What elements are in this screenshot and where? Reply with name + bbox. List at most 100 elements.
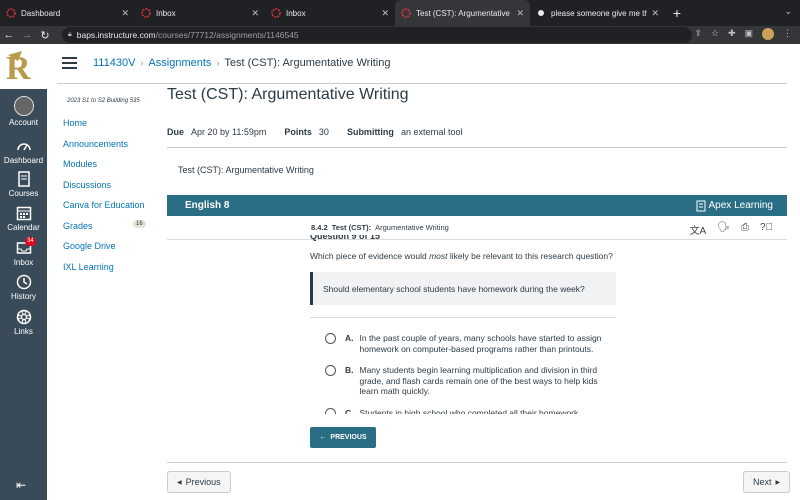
browser-tab[interactable]: please someone give me the a ✕	[530, 0, 665, 26]
course-nav-grades-label: Grades	[63, 220, 93, 231]
canvas-favicon-icon	[401, 8, 411, 18]
lesson-number: 8.4.2	[311, 223, 328, 232]
courses-icon	[16, 171, 32, 187]
close-icon[interactable]: ✕	[381, 8, 389, 19]
browser-tab-active[interactable]: Test (CST): Argumentative Writ ✕	[395, 0, 530, 26]
lesson-name: Argumentative Writing	[375, 223, 449, 232]
breadcrumb-course[interactable]: 111430V	[93, 57, 135, 69]
question-area: Question 9 of 15 Which piece of evidence…	[310, 235, 616, 414]
answer-option-a[interactable]: A. In the past couple of years, many sch…	[310, 333, 616, 354]
question-counter: Question 9 of 15	[310, 235, 381, 241]
course-nav-announcements[interactable]: Announcements	[63, 139, 148, 160]
browser-tab[interactable]: Inbox ✕	[135, 0, 265, 26]
url-field[interactable]: 🔒︎ baps.instructure.com/courses/77712/as…	[62, 27, 692, 43]
back-icon[interactable]: ←	[0, 29, 18, 41]
option-text: Students in high school who completed al…	[359, 407, 579, 414]
address-bar: ← → ↻ 🔒︎ baps.instructure.com/courses/77…	[0, 26, 800, 44]
course-nav-google-drive[interactable]: Google Drive	[63, 241, 148, 262]
nav-inbox[interactable]: 34 Inbox	[0, 237, 47, 267]
course-nav-modules[interactable]: Modules	[63, 159, 148, 180]
course-nav-grades[interactable]: Grades 16	[63, 219, 148, 242]
submitting-value: an external tool	[400, 127, 463, 137]
tab-title: please someone give me the a	[551, 8, 648, 18]
links-icon	[16, 309, 32, 325]
apex-course-name: English 8	[185, 200, 230, 211]
tab-title: Test (CST): Argumentative Writ	[416, 8, 512, 18]
sidepanel-icon[interactable]: ▣	[744, 28, 753, 40]
external-tool-title: Test (CST): Argumentative Writing	[178, 165, 314, 175]
nav-links[interactable]: Links	[0, 309, 47, 336]
course-nav-canva[interactable]: Canva for Education	[63, 200, 148, 221]
new-tab-button[interactable]: +	[665, 0, 689, 26]
previous-label: Previous	[185, 477, 221, 487]
tab-title: Inbox	[286, 8, 306, 18]
radio-button[interactable]	[325, 407, 336, 414]
close-icon[interactable]: ✕	[651, 8, 659, 19]
course-nav-ixl[interactable]: IXL Learning	[63, 262, 148, 283]
collapse-nav-icon[interactable]: ⇤	[16, 478, 26, 492]
url-path: /courses/77712/assignments/1146545	[155, 30, 299, 40]
answer-option-b[interactable]: B. Many students begin learning multipli…	[310, 365, 616, 397]
question-divider	[310, 317, 616, 318]
next-label: Next	[753, 477, 772, 487]
menu-icon[interactable]: ⋮	[783, 28, 792, 40]
canvas-favicon-icon	[271, 8, 281, 18]
option-letter: A.	[345, 333, 354, 343]
nav-courses[interactable]: Courses	[0, 171, 47, 198]
translate-icon[interactable]: 文A	[690, 222, 707, 237]
avatar	[13, 96, 34, 116]
share-icon[interactable]: ⇪	[694, 28, 702, 40]
tab-title: Inbox	[156, 8, 176, 18]
nav-account-label: Account	[9, 118, 38, 127]
chevron-right-icon: ›	[140, 58, 144, 68]
nav-calendar-label: Calendar	[7, 223, 40, 232]
course-term: 2023 S1 to S2 Building 535	[67, 98, 140, 104]
breadcrumb: 111430V › Assignments › Test (CST): Argu…	[93, 57, 390, 69]
apex-logo-icon	[696, 200, 705, 211]
radio-button[interactable]	[325, 365, 336, 376]
header-divider	[57, 83, 787, 84]
grades-count-badge: 16	[133, 219, 146, 228]
breadcrumb-assignments[interactable]: Assignments	[148, 57, 211, 69]
close-icon[interactable]: ✕	[516, 8, 524, 19]
details-divider	[167, 147, 787, 148]
help-icon[interactable]: ?⃝	[760, 222, 773, 237]
course-nav: Home Announcements Modules Discussions C…	[63, 118, 148, 282]
forward-icon[interactable]: →	[18, 29, 36, 41]
close-icon[interactable]: ✕	[251, 8, 259, 19]
nav-account[interactable]: Account	[0, 96, 47, 127]
tab-search-icon[interactable]: ⌄	[784, 6, 792, 17]
course-nav-discussions[interactable]: Discussions	[63, 180, 148, 201]
due-value: Apr 20 by 11:59pm	[191, 127, 267, 137]
canvas-favicon-icon	[6, 8, 16, 18]
nav-history-label: History	[11, 292, 36, 301]
browser-tab[interactable]: Inbox ✕	[265, 0, 395, 26]
profile-avatar[interactable]	[762, 28, 774, 40]
nav-dashboard[interactable]: Dashboard	[0, 138, 47, 165]
chevron-right-icon: ›	[216, 58, 220, 68]
course-menu-toggle[interactable]	[62, 57, 77, 69]
close-icon[interactable]: ✕	[121, 8, 129, 19]
previous-button[interactable]: ◀ Previous	[167, 471, 231, 493]
apex-previous-label: PREVIOUS	[330, 434, 367, 441]
nav-history[interactable]: History	[0, 274, 47, 301]
next-button[interactable]: Next ▶	[743, 471, 791, 493]
global-nav: R Account Dashboard Courses Calendar 34 …	[0, 44, 47, 500]
course-nav-home[interactable]: Home	[63, 118, 148, 139]
browser-tab[interactable]: Dashboard ✕	[0, 0, 135, 26]
nav-calendar[interactable]: Calendar	[0, 205, 47, 232]
site-favicon-icon	[536, 8, 546, 18]
browser-tab-bar: Dashboard ✕ Inbox ✕ Inbox ✕ Test (CST): …	[0, 0, 800, 26]
arrow-left-icon: ←	[319, 434, 327, 441]
page-title: Test (CST): Argumentative Writing	[167, 86, 409, 103]
radio-button[interactable]	[325, 333, 336, 344]
extensions-icon[interactable]: ✚	[728, 28, 736, 40]
school-logo[interactable]: R	[0, 44, 47, 89]
reload-icon[interactable]: ↻	[36, 29, 54, 42]
apex-previous-button[interactable]: ← PREVIOUS	[310, 427, 376, 448]
points-value: 30	[318, 127, 329, 137]
print-icon[interactable]: ⎙	[741, 222, 749, 237]
text-to-speech-icon[interactable]: 🗣︎	[717, 222, 730, 237]
answer-option-c[interactable]: C. Students in high school who completed…	[310, 407, 616, 414]
bookmark-star-icon[interactable]: ☆	[711, 28, 719, 40]
